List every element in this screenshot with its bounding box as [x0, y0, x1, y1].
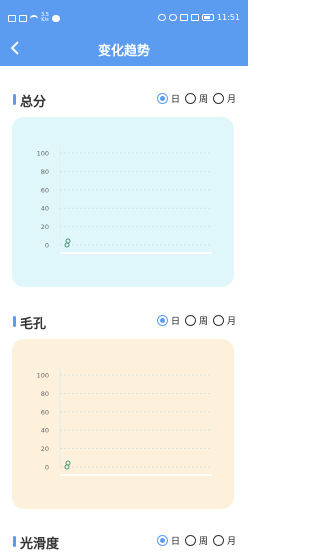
sim-icon	[8, 14, 16, 22]
radio-label: 周	[198, 317, 208, 327]
y-tick-label: 0	[45, 464, 49, 472]
section-header-smoothness: 光滑度 日 周 月	[0, 530, 248, 554]
y-tick-label: 40	[41, 205, 49, 213]
section-header-total: 总分 日 周 月	[0, 88, 248, 112]
chart-svg: 100 80 60 40 20 0	[37, 145, 212, 254]
radio-circle	[156, 315, 168, 326]
section-accent-bar	[13, 316, 16, 327]
radio-circle	[156, 535, 168, 546]
y-tick-label: 20	[41, 445, 49, 453]
radio-week[interactable]: 周	[184, 92, 208, 105]
y-tick-label: 0	[45, 242, 49, 250]
status-time: 11:51	[216, 13, 240, 22]
y-tick-label: 40	[41, 427, 49, 435]
chart-card-pores: 100 80 60 40 20 0	[12, 339, 234, 509]
radio-circle	[184, 535, 196, 546]
y-tick-label: 60	[41, 408, 49, 416]
nav-bar: 变化趋势	[0, 36, 248, 62]
section-header-pores: 毛孔 日 周 月	[0, 310, 248, 334]
section-accent-bar	[13, 94, 16, 105]
radio-circle	[212, 315, 224, 326]
data-point	[65, 238, 71, 244]
radio-label: 日	[170, 317, 180, 327]
y-tick-label: 100	[37, 150, 49, 158]
period-selector: 日 周 月	[152, 314, 236, 327]
section-accent-bar	[13, 536, 16, 547]
vibrate-icon	[190, 14, 199, 21]
period-selector: 日 周 月	[152, 534, 236, 547]
radio-day[interactable]: 日	[156, 534, 180, 547]
radio-label: 周	[198, 95, 208, 105]
radio-label: 月	[226, 95, 236, 105]
y-tick-label: 20	[41, 223, 49, 231]
radio-label: 日	[170, 95, 180, 105]
radio-day[interactable]: 日	[156, 314, 180, 327]
page-title: 变化趋势	[97, 44, 150, 59]
section-title: 光滑度	[20, 537, 60, 552]
y-tick-label: 100	[37, 372, 49, 380]
signal-icon	[19, 14, 27, 22]
bluetooth-icon	[179, 14, 188, 21]
eye-icon	[157, 14, 166, 21]
wifi-icon	[30, 15, 38, 21]
message-icon	[51, 14, 60, 22]
radio-circle	[184, 93, 196, 104]
radio-circle	[156, 93, 168, 104]
radio-circle	[212, 93, 224, 104]
battery-icon	[201, 14, 214, 21]
radio-month[interactable]: 月	[212, 314, 236, 327]
period-selector: 日 周 月	[152, 92, 236, 105]
chart-card-total: 100 80 60 40 20 0	[12, 117, 234, 287]
data-point	[65, 460, 71, 466]
alarm-icon	[168, 14, 177, 21]
radio-label: 月	[226, 537, 236, 547]
status-bar: 3.5 K/s 11:51	[0, 0, 248, 36]
y-tick-label: 80	[41, 390, 49, 398]
chart-svg: 100 80 60 40 20 0	[37, 367, 212, 476]
radio-label: 周	[198, 537, 208, 547]
y-tick-label: 80	[41, 168, 49, 176]
section-title: 毛孔	[20, 317, 47, 332]
net-speed: 3.5 K/s	[41, 12, 49, 23]
section-title: 总分	[20, 95, 47, 110]
y-tick-label: 60	[41, 186, 49, 194]
radio-label: 月	[226, 317, 236, 327]
radio-circle	[212, 535, 224, 546]
radio-circle	[184, 315, 196, 326]
radio-week[interactable]: 周	[184, 314, 208, 327]
radio-label: 日	[170, 537, 180, 547]
radio-day[interactable]: 日	[156, 92, 180, 105]
radio-month[interactable]: 月	[212, 92, 236, 105]
radio-week[interactable]: 周	[184, 534, 208, 547]
radio-month[interactable]: 月	[212, 534, 236, 547]
